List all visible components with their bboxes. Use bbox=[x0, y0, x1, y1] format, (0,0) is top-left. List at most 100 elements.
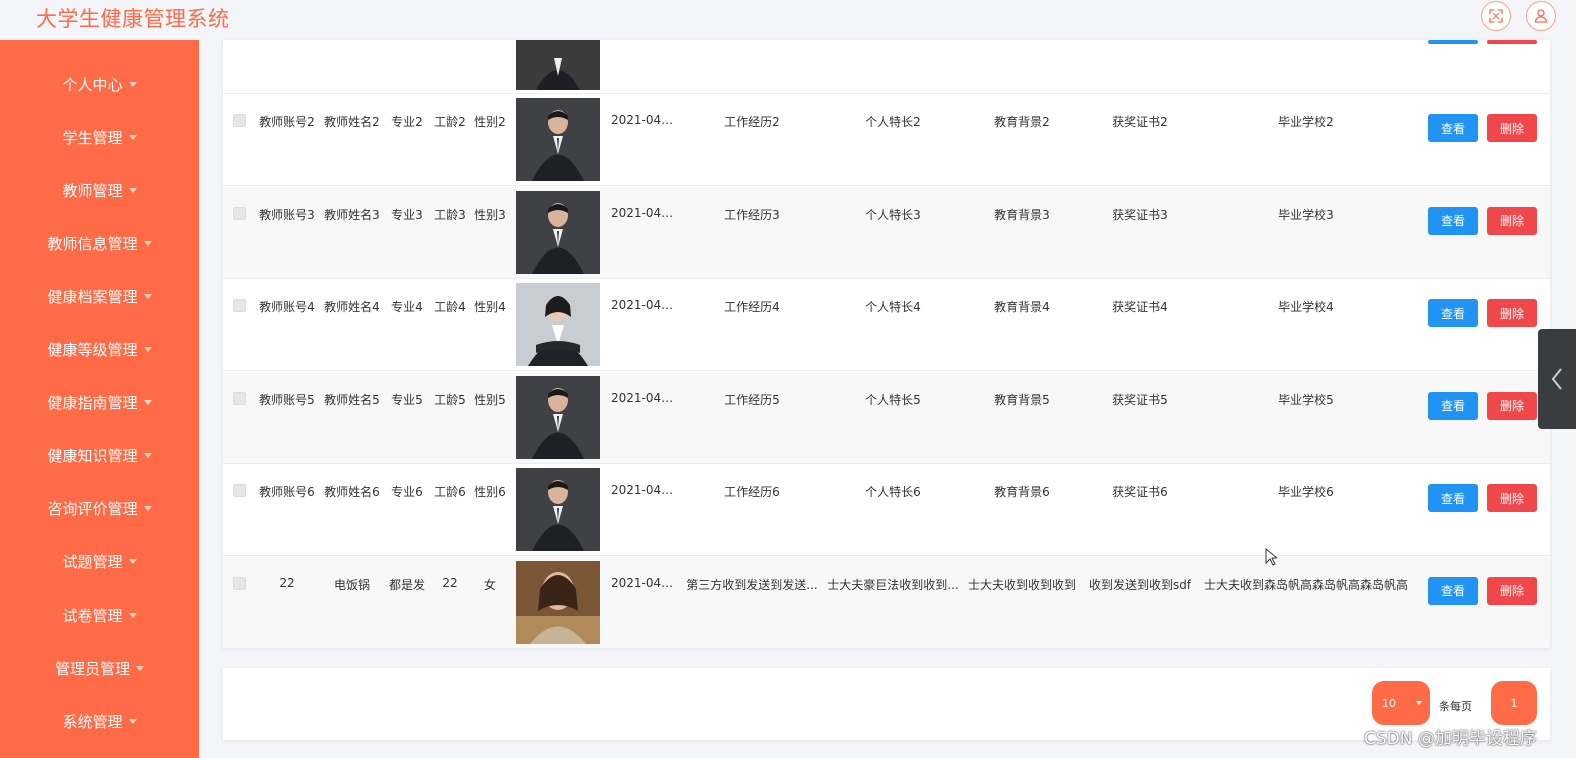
cell-experience: 工作经历6 bbox=[724, 485, 780, 499]
side-panel-toggle[interactable] bbox=[1538, 329, 1576, 429]
cell-awards: 获奖证书2 bbox=[1112, 115, 1168, 129]
cell-school: 毕业学校3 bbox=[1278, 207, 1334, 222]
cell-specialty: 个人特长2 bbox=[865, 115, 921, 129]
cell-specialty: 士大夫豪巨法收到收到... bbox=[827, 577, 959, 592]
caret-down-icon bbox=[143, 347, 152, 352]
table-row: 教师账号5 教师姓名5 专业5 工龄5 性别5 2021-04-17 工作经历5 个人特长5 教… bbox=[223, 371, 1550, 464]
sidebar-item[interactable]: 学生管理 bbox=[0, 117, 199, 157]
sidebar-item[interactable]: 健康档案管理 bbox=[0, 276, 199, 316]
cell-name: 教师姓名4 bbox=[324, 300, 380, 314]
cell-school: 毕业学校4 bbox=[1278, 300, 1334, 314]
caret-down-icon bbox=[128, 134, 137, 140]
sidebar-item[interactable]: 咨询评价管理 bbox=[0, 489, 199, 529]
sidebar-item[interactable]: 试题管理 bbox=[0, 542, 199, 582]
cell-account: 教师账号5 bbox=[259, 392, 315, 407]
cell-years: 工龄2 bbox=[434, 115, 466, 129]
row-checkbox[interactable] bbox=[233, 576, 246, 590]
cell-account: 教师账号4 bbox=[259, 300, 315, 314]
cell-account: 教师账号6 bbox=[259, 485, 315, 499]
fullscreen-button[interactable] bbox=[1481, 1, 1511, 31]
teacher-photo bbox=[516, 40, 600, 90]
cell-gender: 性别4 bbox=[474, 300, 506, 314]
view-button[interactable]: 查看 bbox=[1428, 576, 1478, 605]
cell-awards: 获奖证书4 bbox=[1112, 300, 1168, 314]
page-size-select[interactable]: 10 bbox=[1372, 681, 1430, 725]
user-button[interactable] bbox=[1526, 1, 1556, 31]
cell-education: 教育背景6 bbox=[994, 485, 1050, 499]
row-checkbox[interactable] bbox=[233, 206, 246, 220]
cell-date: 2021-04-17 bbox=[611, 205, 677, 220]
caret-down-icon bbox=[143, 240, 152, 246]
sidebar-item-label: 咨询评价管理 bbox=[47, 500, 138, 519]
delete-button[interactable]: 删除 bbox=[1487, 206, 1537, 235]
table-row: 22 电饭锅 都是发 22 女 2021-04-17 第三方收到发送到发送... 士大夫豪巨法… bbox=[223, 556, 1550, 648]
per-page-label: 条每页 bbox=[1439, 700, 1472, 713]
cell-gender: 性别2 bbox=[474, 115, 506, 129]
watermark: CSDN @加明毕设程序 bbox=[1364, 729, 1537, 749]
cell-date: 2021-04-17 bbox=[611, 575, 677, 590]
cell-gender: 女 bbox=[483, 577, 496, 592]
delete-button[interactable]: 删除 bbox=[1487, 114, 1537, 142]
view-button[interactable]: 查看 bbox=[1428, 206, 1478, 235]
cell-experience: 工作经历4 bbox=[724, 300, 780, 314]
row-checkbox[interactable] bbox=[233, 391, 246, 405]
sidebar-item-label: 试卷管理 bbox=[62, 606, 123, 625]
sidebar-item[interactable]: 试卷管理 bbox=[0, 595, 199, 635]
row-checkbox[interactable] bbox=[233, 484, 246, 497]
sidebar-item-label: 系统管理 bbox=[62, 712, 123, 731]
cell-school: 士大夫收到森岛帆高森岛帆高森岛帆高 bbox=[1203, 577, 1408, 592]
teacher-photo bbox=[516, 560, 600, 644]
cell-name: 电饭锅 bbox=[333, 577, 370, 592]
sidebar-item[interactable]: 健康指南管理 bbox=[0, 383, 199, 423]
sidebar-item[interactable]: 系统管理 bbox=[0, 701, 199, 741]
cell-education: 教育背景5 bbox=[994, 392, 1050, 407]
view-button-partial[interactable] bbox=[1428, 40, 1478, 44]
cell-awards: 获奖证书6 bbox=[1112, 485, 1168, 499]
delete-button[interactable]: 删除 bbox=[1487, 484, 1537, 512]
cell-experience: 第三方收到发送到发送... bbox=[686, 577, 818, 592]
delete-button[interactable]: 删除 bbox=[1487, 576, 1537, 605]
table-row: 教师账号2 教师姓名2 专业2 工龄2 性别2 2021-04-17 工作经历2 个人特长2 教… bbox=[223, 94, 1550, 186]
cell-education: 教育背景2 bbox=[994, 115, 1050, 129]
user-icon bbox=[1534, 9, 1548, 23]
cell-years: 工龄4 bbox=[434, 300, 466, 314]
pagination-bar: 10 条每页 1 bbox=[223, 668, 1550, 740]
view-button[interactable]: 查看 bbox=[1428, 391, 1478, 420]
sidebar-item[interactable]: 教师管理 bbox=[0, 170, 199, 210]
chevron-down-icon bbox=[1416, 701, 1422, 705]
cell-account: 22 bbox=[279, 575, 295, 590]
row-checkbox[interactable] bbox=[233, 114, 246, 127]
sidebar-item-label: 学生管理 bbox=[62, 128, 123, 147]
cell-years: 工龄5 bbox=[434, 392, 466, 407]
sidebar: 个人中心学生管理教师管理教师信息管理 健康档案管理 健康等级管理健康指南管理健康知识… bbox=[0, 40, 199, 758]
cell-gender: 性别6 bbox=[474, 485, 506, 499]
table-row: 教师账号3 教师姓名3 专业3 工龄3 性别3 2021-04-17 工作经历3 个人特长3 教… bbox=[223, 186, 1550, 279]
cell-gender: 性别3 bbox=[474, 207, 506, 222]
delete-button[interactable]: 删除 bbox=[1487, 299, 1537, 327]
cell-date: 2021-04-17 bbox=[611, 113, 677, 127]
current-page-button[interactable]: 1 bbox=[1491, 681, 1537, 725]
sidebar-item[interactable]: 教师信息管理 bbox=[0, 223, 199, 263]
teacher-photo bbox=[516, 283, 600, 366]
cell-name: 教师姓名5 bbox=[324, 392, 380, 407]
cell-name: 教师姓名3 bbox=[324, 207, 380, 222]
sidebar-item[interactable]: 个人中心 bbox=[0, 64, 199, 104]
delete-button-partial[interactable] bbox=[1487, 40, 1537, 44]
sidebar-item[interactable]: 管理员管理 bbox=[0, 648, 199, 688]
sidebar-item[interactable]: 健康等级管理 bbox=[0, 330, 199, 370]
caret-down-icon bbox=[128, 81, 137, 87]
view-button[interactable]: 查看 bbox=[1428, 484, 1478, 512]
row-checkbox[interactable] bbox=[233, 299, 246, 312]
cell-account: 教师账号2 bbox=[259, 115, 315, 129]
cell-experience: 工作经历2 bbox=[724, 115, 780, 129]
cell-experience: 工作经历5 bbox=[724, 392, 780, 407]
sidebar-item[interactable]: 健康知识管理 bbox=[0, 436, 199, 476]
cell-major: 专业6 bbox=[391, 485, 423, 499]
cell-education: 教育背景4 bbox=[994, 300, 1050, 314]
view-button[interactable]: 查看 bbox=[1428, 299, 1478, 327]
cell-years: 工龄3 bbox=[434, 207, 466, 222]
cell-education: 士大夫收到收到收到 bbox=[967, 577, 1076, 592]
sidebar-item-label: 健康指南管理 bbox=[47, 394, 138, 413]
delete-button[interactable]: 删除 bbox=[1487, 391, 1537, 420]
view-button[interactable]: 查看 bbox=[1428, 114, 1478, 142]
